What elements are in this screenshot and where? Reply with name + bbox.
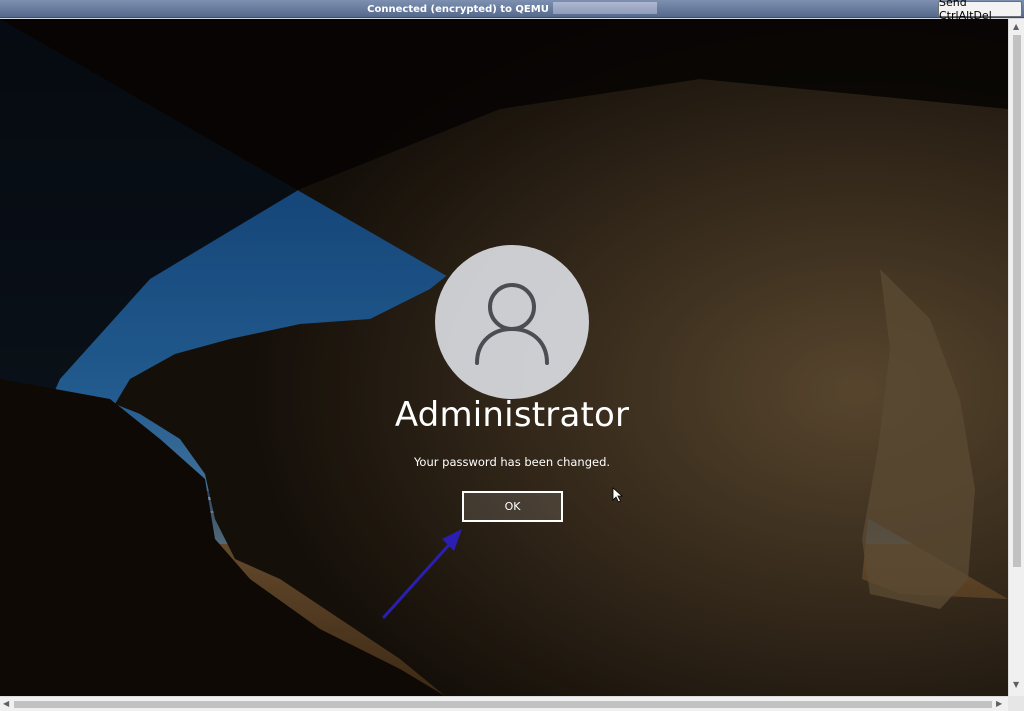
console-toolbar: Connected (encrypted) to QEMU Send CtrlA… [0,0,1024,22]
horizontal-scrollbar[interactable]: ◀ ▶ [0,696,1008,711]
horizontal-scroll-thumb[interactable] [14,701,992,708]
redacted-host [552,2,657,14]
user-avatar [435,245,589,399]
vertical-scrollbar[interactable]: ▲ ▼ [1008,19,1024,696]
username-label: Administrator [394,395,630,435]
remote-screen[interactable] [0,19,1008,696]
scroll-left-icon[interactable]: ◀ [3,700,9,708]
connection-status: Connected (encrypted) to QEMU [0,2,1024,15]
vertical-scroll-thumb[interactable] [1013,35,1021,567]
annotation-arrow-icon [382,529,462,619]
connection-status-text: Connected (encrypted) to QEMU [367,4,549,15]
scroll-up-icon[interactable]: ▲ [1013,23,1019,31]
scroll-right-icon[interactable]: ▶ [996,700,1002,708]
user-icon [475,283,549,365]
scrollbar-corner [1008,696,1024,711]
ok-button[interactable]: OK [462,491,563,522]
send-ctrl-alt-del-button[interactable]: Send CtrlAltDel [938,0,1022,22]
mouse-cursor-icon [612,487,624,503]
password-changed-message: Your password has been changed. [413,455,611,469]
scroll-down-icon[interactable]: ▼ [1013,681,1019,689]
